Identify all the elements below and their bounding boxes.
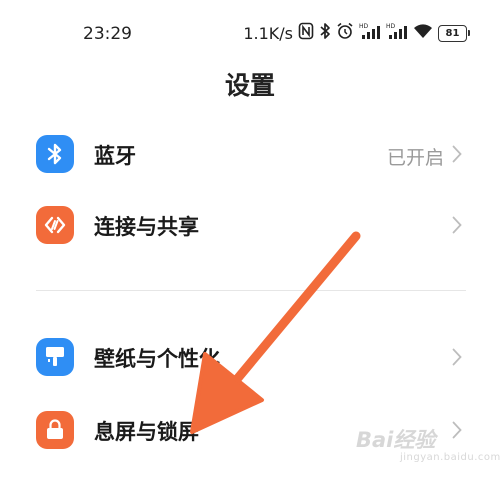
watermark-logo: Bai经验 jingyan.baidu.com (350, 420, 500, 468)
status-icons: 1.1K/s HD HD 81 (243, 21, 470, 45)
settings-item-bluetooth[interactable]: 蓝牙 已开启 (0, 122, 500, 186)
signal-icon: HD (386, 22, 408, 44)
bluetooth-status: 已开启 (386, 147, 444, 169)
nfc-icon (298, 22, 314, 44)
signal-icon: HD (359, 22, 381, 44)
chevron-right-icon (452, 145, 462, 167)
settings-item-label: 息屏与锁屏 (94, 420, 199, 444)
chevron-right-icon (452, 216, 462, 238)
bluetooth-icon (36, 135, 74, 173)
battery-icon: 81 (438, 24, 467, 42)
page-title: 设置 (224, 71, 275, 100)
watermark-text: Bai经验 (356, 428, 436, 452)
svg-text:HD: HD (386, 23, 396, 30)
settings-item-label: 壁纸与个性化 (94, 347, 220, 371)
section-divider (36, 290, 466, 291)
settings-item-wallpaper[interactable]: 壁纸与个性化 (0, 325, 500, 389)
status-time: 23:29 (83, 24, 132, 44)
settings-item-label: 连接与共享 (94, 215, 199, 239)
chevron-right-icon (452, 348, 462, 370)
svg-text:HD: HD (359, 23, 369, 30)
share-icon (36, 206, 74, 244)
lock-icon (36, 411, 74, 449)
status-bar: 23:29 1.1K/s HD HD 81 (0, 0, 500, 62)
settings-item-connection-sharing[interactable]: 连接与共享 (0, 193, 500, 257)
battery-tip (468, 30, 470, 36)
wifi-icon (413, 23, 433, 43)
settings-item-label: 蓝牙 (94, 144, 136, 168)
wallpaper-icon (36, 338, 74, 376)
bluetooth-icon (319, 22, 331, 44)
watermark-url: jingyan.baidu.com (400, 452, 500, 463)
alarm-icon (336, 22, 354, 44)
network-speed: 1.1K/s (243, 23, 293, 43)
